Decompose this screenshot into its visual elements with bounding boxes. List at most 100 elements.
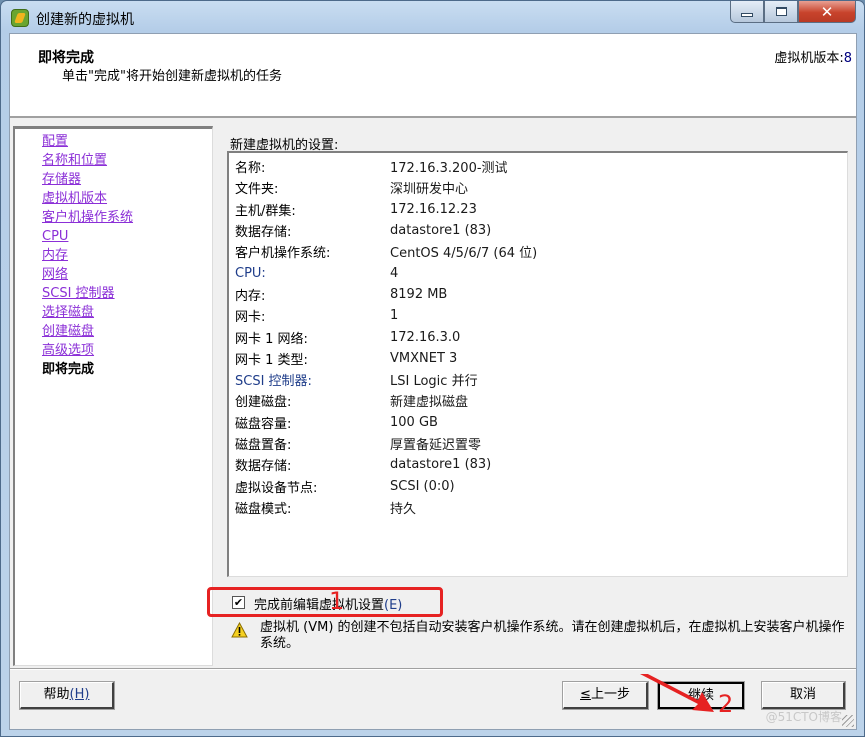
settings-key: SCSI 控制器: <box>235 374 312 390</box>
settings-value: 100 GB <box>390 414 438 430</box>
back-button-label: 上一步 <box>590 687 630 702</box>
settings-value: VMXNET 3 <box>390 350 458 366</box>
annotation-step-1: 1 <box>329 587 345 615</box>
settings-value: 172.16.3.0 <box>390 329 461 345</box>
vm-version: 虚拟机版本:8 <box>774 47 852 66</box>
settings-row: 客户机操作系统: CentOS 4/5/6/7 (64 位) <box>235 241 537 262</box>
settings-value: 8192 MB <box>390 286 448 302</box>
window-title: 创建新的虚拟机 <box>36 12 134 28</box>
close-icon: ✕ <box>820 2 834 21</box>
nav-step-3[interactable]: 虚拟机版本 <box>42 189 133 208</box>
settings-value: 新建虚拟磁盘 <box>390 395 469 411</box>
window-controls: ✕ <box>730 1 856 23</box>
settings-row: CPU: 4 <box>235 262 537 283</box>
help-button-accelerator: (H) <box>69 687 90 702</box>
vm-version-value: 8 <box>843 51 852 66</box>
vsphere-app-icon <box>11 9 29 27</box>
wizard-window: 创建新的虚拟机 ✕ 即将完成 单击"完成"将开始创建新虚拟机的任务 虚拟机版本:… <box>0 0 865 737</box>
back-button-accelerator: ≤ <box>580 687 591 702</box>
footer-divider <box>10 668 856 670</box>
annotation-step-2: 2 <box>718 690 734 718</box>
settings-row: 文件夹: 深圳研发中心 <box>235 177 537 198</box>
nav-step-11[interactable]: 高级选项 <box>42 341 133 360</box>
wizard-steps-list: 配置 名称和位置 存储器 虚拟机版本 客户机操作系统 CPU 内存 网络 SCSI 控制器 选择磁… <box>42 132 133 379</box>
settings-key: 数据存储: <box>235 459 292 475</box>
settings-key: CPU: <box>235 265 266 281</box>
nav-step-8[interactable]: SCSI 控制器 <box>42 284 133 303</box>
annotation-arrow-icon <box>640 674 714 712</box>
settings-row: SCSI 控制器: LSI Logic 并行 <box>235 369 537 390</box>
settings-value: 1 <box>390 308 399 324</box>
settings-row: 数据存储: datastore1 (83) <box>235 220 537 241</box>
nav-step-6[interactable]: 内存 <box>42 246 133 265</box>
settings-value: datastore1 (83) <box>390 457 492 473</box>
close-button[interactable]: ✕ <box>798 1 856 23</box>
title-bar[interactable]: 创建新的虚拟机 ✕ <box>1 1 864 33</box>
edit-settings-checkbox[interactable]: ✔ <box>232 596 245 609</box>
settings-key: 磁盘模式: <box>235 501 292 517</box>
edit-settings-accelerator: (E) <box>384 598 403 613</box>
settings-row: 磁盘模式: 持久 <box>235 497 537 518</box>
back-button[interactable]: ≤上一步 <box>563 682 648 709</box>
settings-row: 磁盘置备: 厚置备延迟置零 <box>235 433 537 454</box>
maximize-button[interactable] <box>764 1 798 23</box>
nav-step-7[interactable]: 网络 <box>42 265 133 284</box>
settings-key: 磁盘置备: <box>235 438 292 453</box>
settings-row: 内存: 8192 MB <box>235 284 537 305</box>
page-title: 即将完成 <box>38 50 94 66</box>
settings-row: 磁盘容量: 100 GB <box>235 412 537 433</box>
nav-step-2[interactable]: 存储器 <box>42 170 133 189</box>
warning-message: 虚拟机 (VM) 的创建不包括自动安装客户机操作系统。请在创建虚拟机后，在虚拟机… <box>260 620 845 651</box>
nav-step-4[interactable]: 客户机操作系统 <box>42 208 133 227</box>
settings-key: 创建磁盘: <box>235 395 292 411</box>
minimize-button[interactable] <box>730 1 764 23</box>
vm-version-label: 虚拟机版本: <box>774 51 844 66</box>
settings-key: 名称: <box>235 161 266 177</box>
help-button[interactable]: 帮助(H) <box>20 682 114 709</box>
cancel-button[interactable]: 取消 <box>762 682 845 709</box>
help-button-label: 帮助 <box>43 687 70 702</box>
settings-row: 网卡 1 网络: 172.16.3.0 <box>235 326 537 347</box>
settings-key: 网卡: <box>235 310 266 326</box>
resize-grip[interactable] <box>842 715 854 727</box>
nav-step-1[interactable]: 名称和位置 <box>42 151 133 170</box>
settings-summary-panel[interactable]: 名称: 172.16.3.200-测试文件夹: 深圳研发中心主机/群集: 172.16… <box>227 151 848 577</box>
nav-step-12: 即将完成 <box>42 362 95 377</box>
wizard-steps-nav: 配置 名称和位置 存储器 虚拟机版本 客户机操作系统 CPU 内存 网络 SCSI 控制器 选择磁… <box>13 126 213 666</box>
minimize-icon <box>741 12 753 17</box>
settings-value: SCSI (0:0) <box>390 478 455 494</box>
annotation-highlight-box: ✔ 完成前编辑虚拟机设置(E) <box>207 587 443 617</box>
settings-key: 内存: <box>235 288 266 304</box>
settings-row: 主机/群集: 172.16.12.23 <box>235 199 537 220</box>
settings-value: 172.16.3.200-测试 <box>390 161 508 177</box>
edit-settings-label-text: 完成前编辑虚拟机设置 <box>254 598 385 613</box>
settings-value: datastore1 (83) <box>390 223 492 239</box>
dialog-client: 即将完成 单击"完成"将开始创建新虚拟机的任务 虚拟机版本:8 配置 名称和位置存… <box>9 33 857 730</box>
settings-value: LSI Logic 并行 <box>390 374 478 390</box>
settings-table: 名称: 172.16.3.200-测试文件夹: 深圳研发中心主机/群集: 172.16… <box>235 156 537 518</box>
nav-step-5[interactable]: CPU <box>42 227 133 246</box>
settings-value: 持久 <box>390 501 417 517</box>
settings-row: 名称: 172.16.3.200-测试 <box>235 156 537 177</box>
wizard-header: 即将完成 单击"完成"将开始创建新虚拟机的任务 虚拟机版本:8 <box>10 34 856 118</box>
settings-row: 网卡: 1 <box>235 305 537 326</box>
watermark: @51CTO博客 <box>765 710 842 724</box>
settings-value: 172.16.12.23 <box>390 201 477 217</box>
nav-step-0[interactable]: 配置 <box>42 132 133 151</box>
settings-value: 深圳研发中心 <box>390 182 469 198</box>
settings-key: 网卡 1 网络: <box>235 331 308 347</box>
nav-step-10[interactable]: 创建磁盘 <box>42 322 133 341</box>
settings-row: 网卡 1 类型: VMXNET 3 <box>235 348 537 369</box>
maximize-icon <box>775 7 787 16</box>
settings-row: 数据存储: datastore1 (83) <box>235 454 537 475</box>
page-subtitle: 单击"完成"将开始创建新虚拟机的任务 <box>62 69 282 84</box>
settings-row: 创建磁盘: 新建虚拟磁盘 <box>235 390 537 411</box>
settings-value: 4 <box>390 265 399 281</box>
settings-key: 网卡 1 类型: <box>235 352 308 368</box>
settings-value: 厚置备延迟置零 <box>390 438 482 453</box>
settings-key: 主机/群集: <box>235 203 296 219</box>
settings-key: 文件夹: <box>235 182 279 198</box>
settings-key: 磁盘容量: <box>235 416 292 432</box>
settings-key: 数据存储: <box>235 225 292 241</box>
nav-step-9[interactable]: 选择磁盘 <box>42 303 133 322</box>
